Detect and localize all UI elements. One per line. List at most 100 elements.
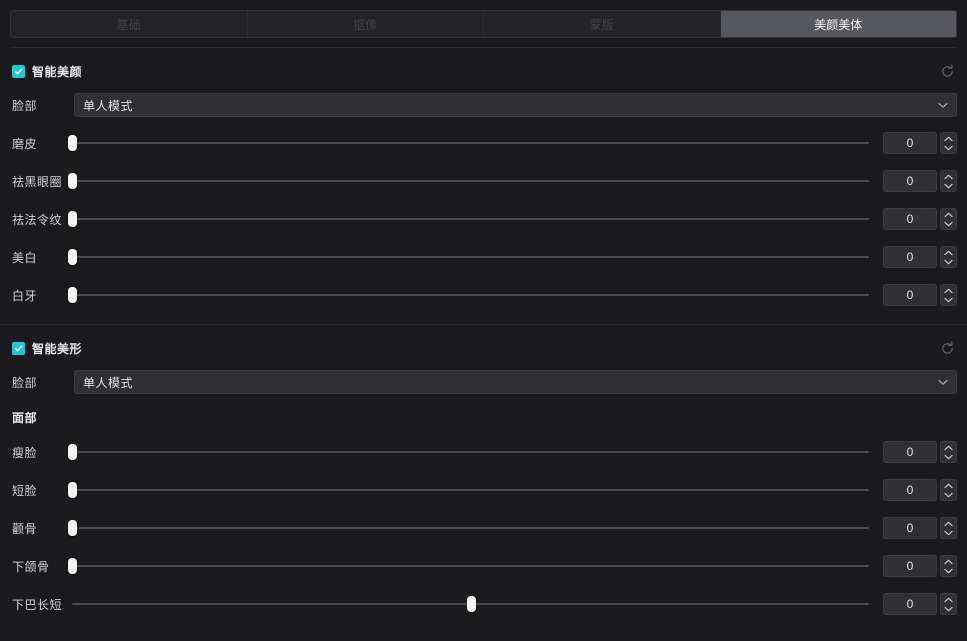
stepper-up-icon[interactable] (944, 557, 953, 566)
slider[interactable] (68, 169, 869, 193)
reset-icon[interactable] (937, 338, 957, 358)
tab-2[interactable]: 蒙版 (484, 11, 721, 37)
subsection-title: 面部 (12, 410, 38, 425)
slider-track[interactable] (72, 256, 869, 258)
slider-handle[interactable] (68, 211, 77, 227)
tab-1[interactable]: 抠像 (247, 11, 484, 37)
stepper-up-icon[interactable] (944, 595, 953, 604)
tab-label: 蒙版 (589, 17, 614, 32)
slider[interactable] (68, 478, 869, 502)
stepper-down-icon[interactable] (944, 181, 953, 190)
chevron-down-icon (938, 96, 948, 114)
slider-handle[interactable] (68, 482, 77, 498)
slider-handle[interactable] (68, 135, 77, 151)
stepper-down-icon[interactable] (944, 257, 953, 266)
stepper-up-icon[interactable] (944, 481, 953, 490)
slider[interactable] (72, 592, 869, 616)
tab-3[interactable]: 美颜美体 (720, 11, 956, 37)
value-input[interactable]: 0 (883, 593, 937, 615)
slider-handle[interactable] (68, 249, 77, 265)
slider[interactable] (68, 554, 869, 578)
section-divider (0, 324, 967, 325)
face-mode-value: 单人模式 (83, 375, 134, 390)
stepper-down-icon[interactable] (944, 566, 953, 575)
stepper-group (940, 132, 957, 154)
slider[interactable] (68, 131, 869, 155)
slider-row: 祛黑眼圈 0 (0, 162, 967, 200)
tab-0[interactable]: 基础 (11, 11, 248, 37)
slider-label: 短脸 (12, 483, 38, 498)
section-smart-reshape: 智能美形 脸部 单人模式 面部 瘦脸 0 短脸 0 颧骨 0 下颌骨 0 下巴长短 0 (0, 333, 967, 623)
slider-row: 下颌骨 0 (0, 547, 967, 585)
slider[interactable] (68, 245, 869, 269)
slider-track[interactable] (72, 527, 869, 529)
value-spinner: 0 (883, 555, 957, 577)
value-input[interactable]: 0 (883, 441, 937, 463)
stepper-group (940, 284, 957, 306)
slider-handle[interactable] (68, 444, 77, 460)
section-header: 智能美形 (0, 333, 967, 363)
slider-handle[interactable] (466, 596, 476, 612)
tabbar-container: 基础 抠像 蒙版 美颜美体 (0, 0, 967, 48)
value-input[interactable]: 0 (883, 517, 937, 539)
value-input[interactable]: 0 (883, 132, 937, 154)
slider-label: 祛黑眼圈 (12, 174, 63, 189)
slider-track[interactable] (72, 451, 869, 453)
face-mode-select[interactable]: 单人模式 (74, 370, 957, 394)
stepper-down-icon[interactable] (944, 490, 953, 499)
stepper-up-icon[interactable] (944, 519, 953, 528)
slider[interactable] (68, 516, 869, 540)
stepper-down-icon[interactable] (944, 528, 953, 537)
face-mode-select[interactable]: 单人模式 (74, 93, 957, 117)
tab-label: 美颜美体 (814, 17, 863, 32)
section-enable-checkbox[interactable] (12, 341, 25, 355)
slider-label: 白牙 (12, 288, 38, 303)
stepper-down-icon[interactable] (944, 143, 953, 152)
slider-row: 美白 0 (0, 238, 967, 276)
slider[interactable] (68, 283, 869, 307)
slider-track[interactable] (72, 180, 869, 182)
value-input[interactable]: 0 (883, 208, 937, 230)
stepper-up-icon[interactable] (944, 286, 953, 295)
slider-track[interactable] (72, 489, 869, 491)
value-input[interactable]: 0 (883, 555, 937, 577)
stepper-group (940, 555, 957, 577)
section-smart-beauty: 智能美颜 脸部 单人模式 磨皮 0 祛黑眼圈 0 祛法令纹 0 美白 0 白牙 0 (0, 56, 967, 314)
stepper-down-icon[interactable] (944, 219, 953, 228)
settings-body[interactable]: 智能美颜 脸部 单人模式 磨皮 0 祛黑眼圈 0 祛法令纹 0 美白 0 白牙 0 智能美形 脸部 单人模式面… (0, 48, 967, 641)
section-enable-checkbox[interactable] (12, 64, 25, 78)
stepper-down-icon[interactable] (944, 295, 953, 304)
reset-icon[interactable] (937, 61, 957, 81)
slider-label: 下颌骨 (12, 559, 50, 574)
slider-track[interactable] (72, 294, 869, 296)
slider-track[interactable] (72, 565, 869, 567)
stepper-up-icon[interactable] (944, 210, 953, 219)
slider-label: 瘦脸 (12, 445, 38, 460)
value-spinner: 0 (883, 593, 957, 615)
slider-row: 颧骨 0 (0, 509, 967, 547)
value-input[interactable]: 0 (883, 479, 937, 501)
value-input[interactable]: 0 (883, 170, 937, 192)
slider-handle[interactable] (68, 287, 77, 303)
stepper-group (940, 246, 957, 268)
slider-handle[interactable] (68, 558, 77, 574)
slider-row: 白牙 0 (0, 276, 967, 314)
slider-track[interactable] (72, 142, 869, 144)
slider-label: 磨皮 (12, 136, 38, 151)
slider[interactable] (68, 440, 869, 464)
slider[interactable] (68, 207, 869, 231)
slider-label: 下巴长短 (12, 597, 63, 612)
slider-handle[interactable] (68, 173, 77, 189)
stepper-up-icon[interactable] (944, 134, 953, 143)
value-spinner: 0 (883, 132, 957, 154)
stepper-up-icon[interactable] (944, 172, 953, 181)
stepper-up-icon[interactable] (944, 248, 953, 257)
tabbar: 基础 抠像 蒙版 美颜美体 (10, 10, 957, 38)
stepper-down-icon[interactable] (944, 452, 953, 461)
value-input[interactable]: 0 (883, 246, 937, 268)
stepper-down-icon[interactable] (944, 604, 953, 613)
stepper-up-icon[interactable] (944, 443, 953, 452)
value-input[interactable]: 0 (883, 284, 937, 306)
slider-track[interactable] (72, 218, 869, 220)
slider-handle[interactable] (68, 520, 77, 536)
